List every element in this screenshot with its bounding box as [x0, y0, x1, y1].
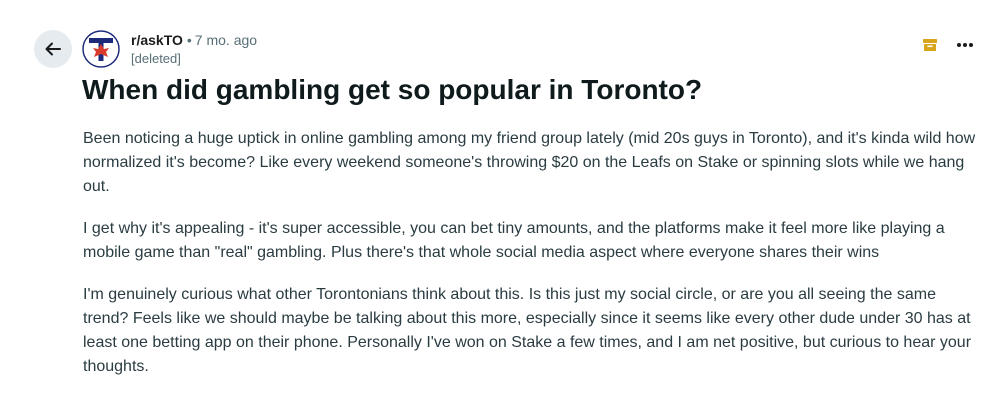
post-paragraph: Been noticing a huge uptick in online ga…	[83, 130, 976, 195]
more-options-icon[interactable]	[956, 42, 974, 48]
post-actions	[922, 38, 974, 52]
back-arrow-icon	[45, 42, 61, 56]
back-button[interactable]	[34, 30, 72, 68]
archive-icon[interactable]	[922, 38, 938, 52]
post-time: 7 mo. ago	[194, 32, 258, 48]
post-title: When did gambling get so popular in Toro…	[82, 74, 703, 105]
post-author: [deleted]	[131, 51, 181, 66]
subreddit-link[interactable]: r/askTO	[131, 32, 183, 48]
post-paragraph: I'm genuinely curious what other Toronto…	[83, 286, 972, 375]
post-paragraph: I get why it's appealing - it's super ac…	[83, 220, 945, 261]
subreddit-avatar[interactable]	[82, 30, 120, 68]
meta-separator: •	[186, 32, 192, 48]
subreddit-logo-icon	[82, 30, 120, 68]
post-meta: r/askTO • 7 mo. ago [deleted]	[131, 31, 257, 68]
post-body: Been noticing a huge uptick in online ga…	[83, 127, 978, 397]
